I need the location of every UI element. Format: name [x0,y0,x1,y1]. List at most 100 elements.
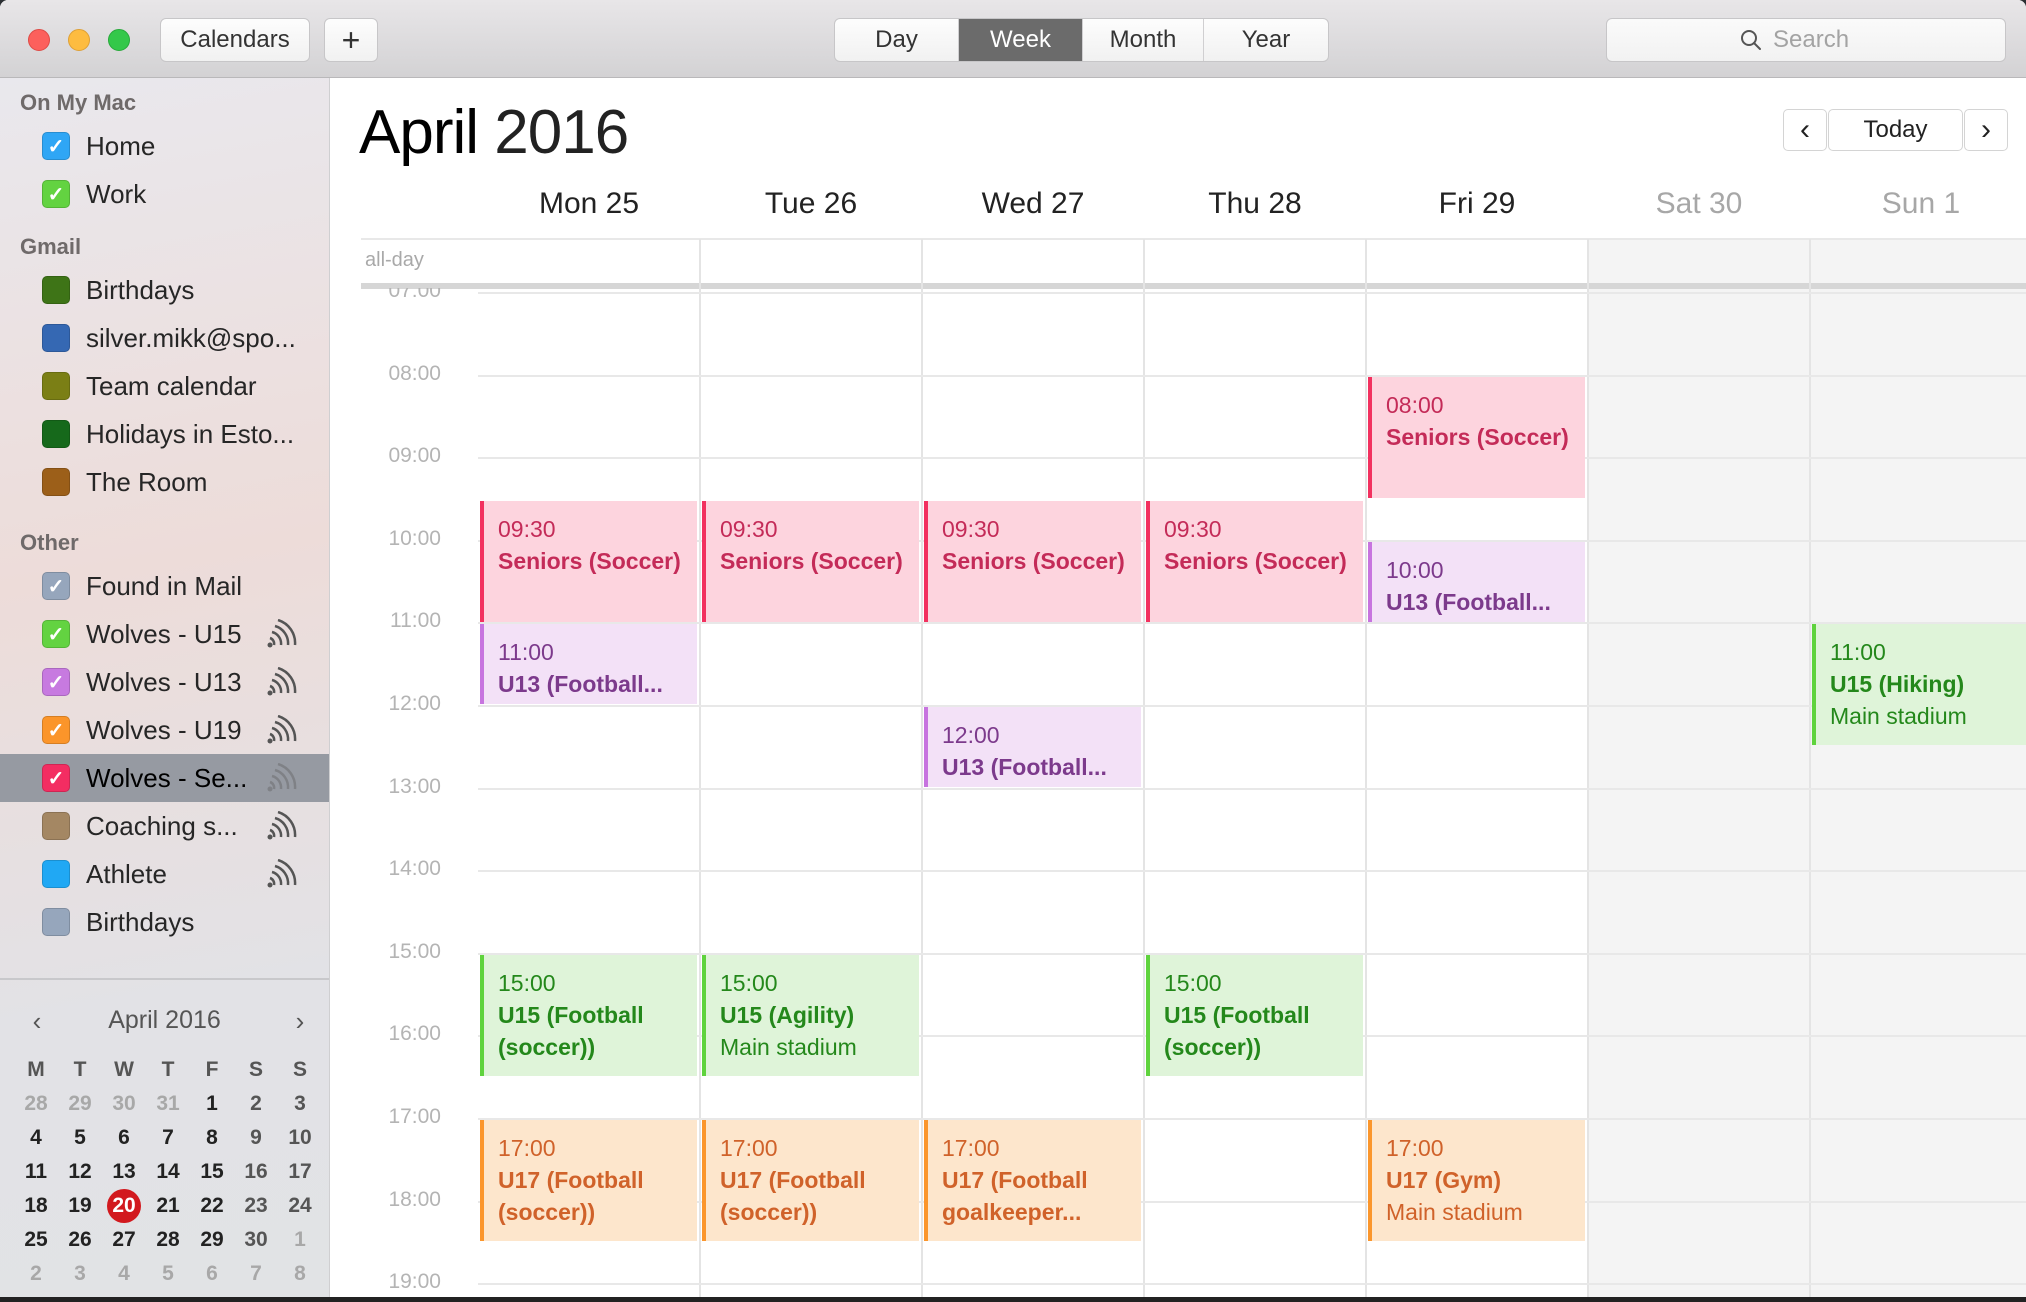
calendar-list-item[interactable]: ✓ Work [0,170,329,218]
calendar-checkbox[interactable] [42,372,70,400]
calendar-checkbox[interactable]: ✓ [42,572,70,600]
mini-calendar-day[interactable]: 31 [146,1087,190,1121]
calendar-checkbox[interactable] [42,468,70,496]
calendar-event[interactable]: 09:30 Seniors (Soccer) [702,501,919,622]
mini-calendar-day[interactable]: 4 [102,1257,146,1291]
mini-calendar-day[interactable]: 21 [146,1189,190,1223]
mini-calendar-day[interactable]: 12 [58,1155,102,1189]
search-input[interactable] [1773,26,1873,54]
mini-calendar-day[interactable]: 3 [278,1087,322,1121]
mini-calendar-today[interactable]: 20 [102,1189,146,1223]
mini-calendar-day[interactable]: 8 [278,1257,322,1291]
mini-calendar-day[interactable]: 6 [190,1257,234,1291]
calendar-list-item[interactable]: ✓ Wolves - Se... [0,754,329,802]
calendar-checkbox[interactable] [42,276,70,304]
day-column-header[interactable]: Sat 30 [1588,179,1810,229]
mini-calendar-day[interactable]: 10 [278,1121,322,1155]
calendar-event[interactable]: 09:30 Seniors (Soccer) [480,501,697,622]
mini-calendar-day[interactable]: 28 [146,1223,190,1257]
calendar-event[interactable]: 15:00 U15 (Football (soccer)) [480,955,697,1076]
calendar-event[interactable]: 11:00 U13 (Football... [480,624,697,704]
calendar-list-item[interactable]: ✓ Wolves - U19 [0,706,329,754]
mini-calendar-day[interactable]: 30 [234,1223,278,1257]
mini-calendar-next-icon[interactable]: › [285,1006,315,1037]
calendar-event[interactable]: 12:00 U13 (Football... [924,707,1141,787]
calendar-checkbox[interactable]: ✓ [42,668,70,696]
calendar-event[interactable]: 15:00 U15 (Agility) Main stadium [702,955,919,1076]
calendar-event[interactable]: 09:30 Seniors (Soccer) [1146,501,1363,622]
mini-calendar-day[interactable]: 7 [146,1121,190,1155]
mini-calendar-day[interactable]: 7 [234,1257,278,1291]
calendar-list-item[interactable]: Team calendar [0,362,329,410]
calendar-checkbox[interactable] [42,860,70,888]
mini-calendar-prev-icon[interactable]: ‹ [22,1006,52,1037]
calendar-checkbox[interactable]: ✓ [42,764,70,792]
mini-calendar-day[interactable]: 3 [58,1257,102,1291]
mini-calendar-day[interactable]: 11 [14,1155,58,1189]
calendar-list-item[interactable]: Birthdays [0,898,329,946]
calendar-list-item[interactable]: Birthdays [0,266,329,314]
calendar-checkbox[interactable]: ✓ [42,180,70,208]
calendar-list-item[interactable]: ✓ Wolves - U15 [0,610,329,658]
tab-month[interactable]: Month [1083,19,1204,61]
mini-calendar-day[interactable]: 2 [14,1257,58,1291]
mini-calendar-day[interactable]: 17 [278,1155,322,1189]
calendar-event[interactable]: 09:30 Seniors (Soccer) [924,501,1141,622]
calendar-event[interactable]: 17:00 U17 (Football goalkeeper... [924,1120,1141,1241]
mini-calendar-day[interactable]: 5 [58,1121,102,1155]
calendar-checkbox[interactable]: ✓ [42,716,70,744]
add-event-button[interactable]: + [324,18,378,62]
minimize-window-button[interactable] [68,29,90,51]
mini-calendar-day[interactable]: 1 [278,1223,322,1257]
next-week-button[interactable]: › [1964,109,2008,151]
calendar-event[interactable]: 11:00 U15 (Hiking) Main stadium [1812,624,2026,745]
mini-calendar-day[interactable]: 9 [234,1121,278,1155]
zoom-window-button[interactable] [108,29,130,51]
mini-calendar-day[interactable]: 13 [102,1155,146,1189]
day-column-header[interactable]: Mon 25 [478,179,700,229]
calendar-list-item[interactable]: The Room [0,458,329,506]
mini-calendar-day[interactable]: 18 [14,1189,58,1223]
calendar-event[interactable]: 17:00 U17 (Gym) Main stadium [1368,1120,1585,1241]
mini-calendar-day[interactable]: 19 [58,1189,102,1223]
tab-day[interactable]: Day [835,19,959,61]
calendar-checkbox[interactable]: ✓ [42,132,70,160]
day-column-header[interactable]: Wed 27 [922,179,1144,229]
calendar-event[interactable]: 17:00 U17 (Football (soccer)) [702,1120,919,1241]
calendar-list-item[interactable]: Coaching s... [0,802,329,850]
calendar-list-item[interactable]: ✓ Found in Mail [0,562,329,610]
calendar-checkbox[interactable] [42,324,70,352]
mini-calendar-day[interactable]: 25 [14,1223,58,1257]
mini-calendar-day[interactable]: 14 [146,1155,190,1189]
calendar-event[interactable]: 08:00 Seniors (Soccer) [1368,377,1585,498]
calendar-checkbox[interactable] [42,908,70,936]
mini-calendar-day[interactable]: 22 [190,1189,234,1223]
calendar-event[interactable]: 10:00 U13 (Football... [1368,542,1585,622]
calendar-checkbox[interactable] [42,812,70,840]
day-column-header[interactable]: Thu 28 [1144,179,1366,229]
mini-calendar-day[interactable]: 6 [102,1121,146,1155]
mini-calendar-day[interactable]: 2 [234,1087,278,1121]
calendar-list-item[interactable]: Holidays in Esto... [0,410,329,458]
calendar-checkbox[interactable]: ✓ [42,620,70,648]
calendar-list-item[interactable]: ✓ Wolves - U13 [0,658,329,706]
day-column-header[interactable]: Sun 1 [1810,179,2026,229]
mini-calendar-day[interactable]: 4 [14,1121,58,1155]
mini-calendar-day[interactable]: 23 [234,1189,278,1223]
all-day-separator[interactable] [361,283,2026,289]
calendar-list-item[interactable]: ✓ Home [0,122,329,170]
search-field[interactable] [1606,18,2006,62]
mini-calendar-day[interactable]: 26 [58,1223,102,1257]
calendar-checkbox[interactable] [42,420,70,448]
mini-calendar-day[interactable]: 24 [278,1189,322,1223]
close-window-button[interactable] [28,29,50,51]
mini-calendar-day[interactable]: 30 [102,1087,146,1121]
tab-week[interactable]: Week [959,19,1083,61]
day-column-header[interactable]: Tue 26 [700,179,922,229]
calendar-event[interactable]: 15:00 U15 (Football (soccer)) [1146,955,1363,1076]
day-column-header[interactable]: Fri 29 [1366,179,1588,229]
mini-calendar-day[interactable]: 8 [190,1121,234,1155]
calendar-list-item[interactable]: silver.mikk@spo... [0,314,329,362]
mini-calendar-day[interactable]: 16 [234,1155,278,1189]
tab-year[interactable]: Year [1204,19,1328,61]
